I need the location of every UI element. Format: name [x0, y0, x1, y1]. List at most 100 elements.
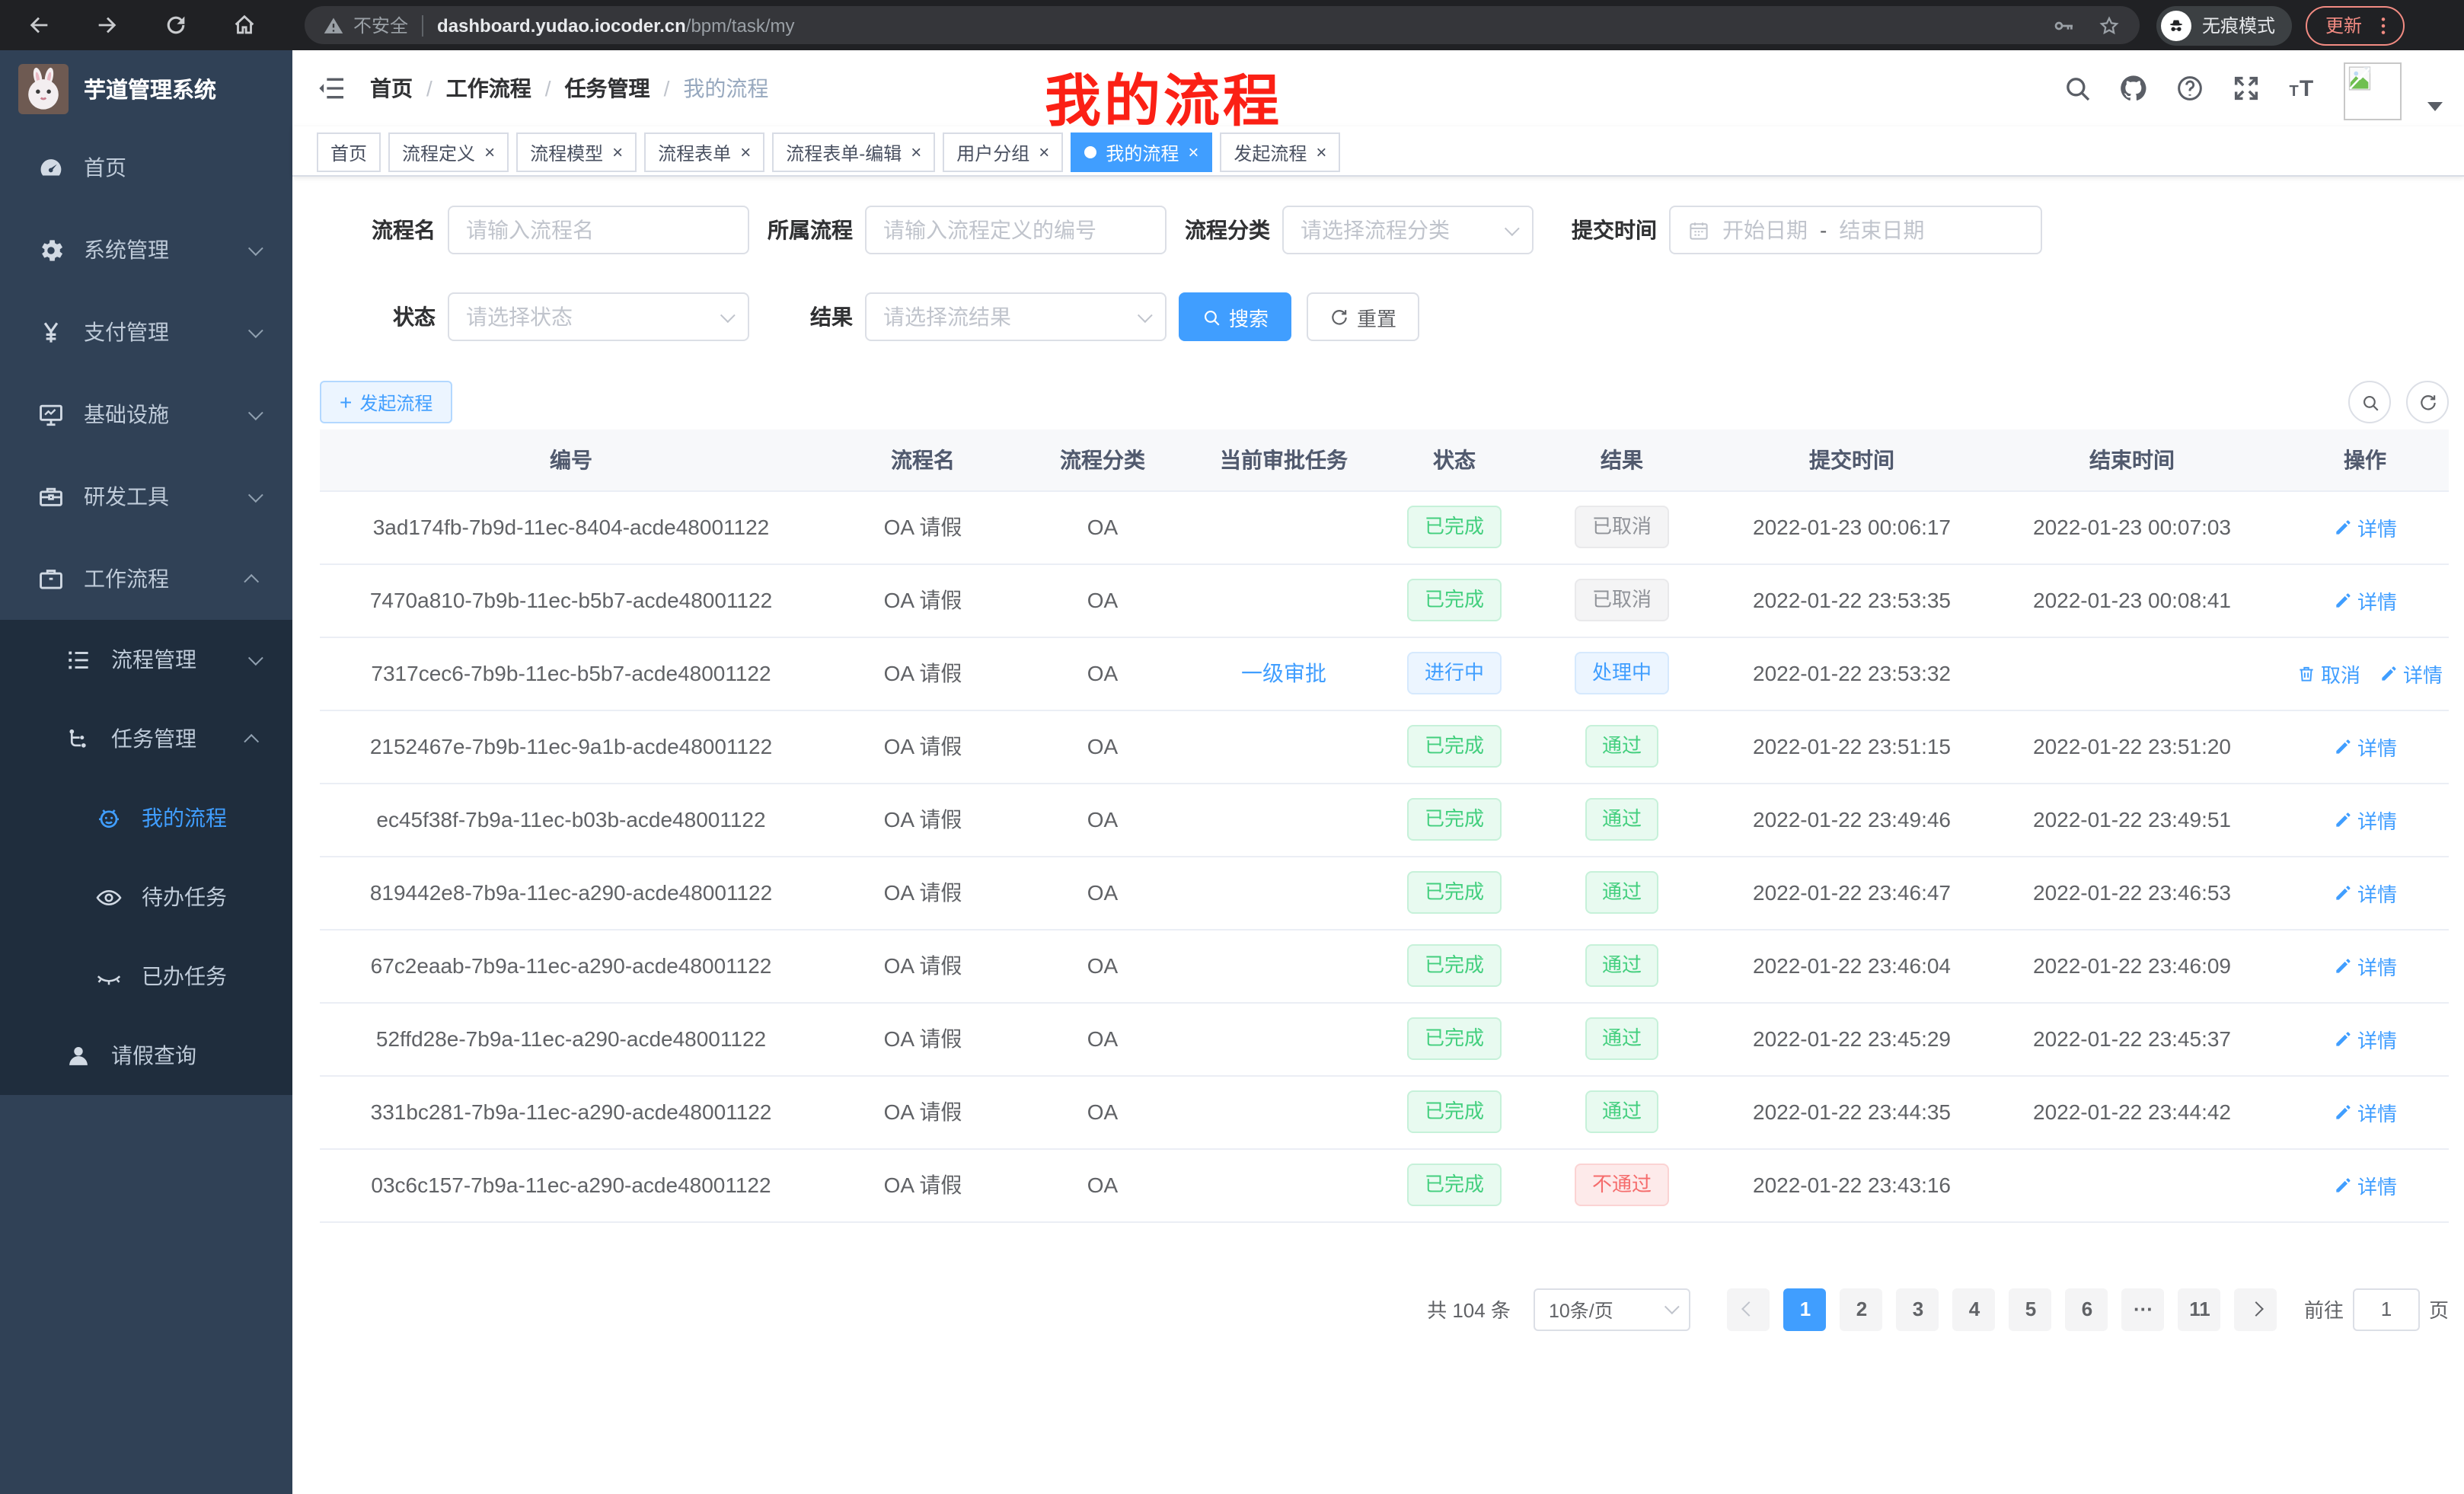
page-button[interactable]: 1	[1784, 1288, 1827, 1330]
status-badge: 已完成	[1408, 579, 1501, 621]
close-icon[interactable]: ×	[612, 143, 623, 161]
svg-text:T: T	[2300, 76, 2313, 101]
address-bar[interactable]: 不安全 dashboard.yudao.iocoder.cn/bpm/task/…	[305, 6, 2140, 44]
sidebar-item-home[interactable]: 首页	[0, 126, 292, 209]
detail-link[interactable]: 详情	[2333, 951, 2397, 980]
category-select[interactable]: 请选择流程分类	[1282, 206, 1534, 254]
search-button[interactable]: 搜索	[1179, 292, 1291, 341]
sidebar-item-workflow[interactable]: 工作流程	[0, 538, 292, 620]
page-button[interactable]: 4	[1953, 1288, 1996, 1330]
page-button[interactable]: 5	[2009, 1288, 2052, 1330]
hamburger-icon[interactable]	[317, 73, 347, 104]
avatar-caret-icon[interactable]	[2427, 102, 2443, 111]
fullscreen-icon[interactable]	[2231, 73, 2261, 104]
sidebar-item-infra[interactable]: 基础设施	[0, 373, 292, 455]
key-icon[interactable]	[2051, 13, 2076, 37]
breadcrumb-separator: /	[664, 76, 670, 101]
cell-process-name: OA 请假	[822, 710, 1023, 783]
cell-submit-time: 2022-01-22 23:49:46	[1721, 783, 1983, 856]
cell-submit-time: 2022-01-22 23:53:32	[1721, 637, 1983, 710]
detail-link[interactable]: 详情	[2379, 659, 2443, 688]
prev-page-button[interactable]	[1728, 1288, 1770, 1330]
more-pages-button[interactable]: ···	[2122, 1288, 2165, 1330]
chevron-down-icon	[248, 240, 263, 255]
fontsize-icon[interactable]: TT	[2287, 73, 2318, 104]
breadcrumb-item: 我的流程	[683, 73, 768, 104]
close-icon[interactable]: ×	[1188, 143, 1198, 161]
detail-link[interactable]: 详情	[2333, 805, 2397, 834]
process-name-input[interactable]	[448, 206, 749, 254]
sidebar-item-process-mgmt[interactable]: 流程管理	[0, 620, 292, 699]
reset-button[interactable]: 重置	[1307, 292, 1419, 341]
page-button[interactable]: 2	[1840, 1288, 1883, 1330]
bookmark-star-icon[interactable]	[2097, 13, 2121, 37]
app-logo[interactable]: 芋道管理系统	[0, 50, 292, 126]
tab-流程表单-编辑[interactable]: 流程表单-编辑×	[772, 132, 935, 172]
detail-link[interactable]: 详情	[2333, 878, 2397, 907]
update-button[interactable]: 更新	[2306, 5, 2405, 45]
tab-流程模型[interactable]: 流程模型×	[516, 132, 637, 172]
tab-用户分组[interactable]: 用户分组×	[943, 132, 1063, 172]
sidebar-item-leave-query[interactable]: 请假查询	[0, 1016, 292, 1095]
back-icon[interactable]	[15, 2, 61, 48]
table-row: 819442e8-7b9a-11ec-a290-acde48001122OA 请…	[320, 856, 2449, 929]
cell-current-task	[1182, 783, 1386, 856]
current-task-link[interactable]: 一级审批	[1241, 661, 1326, 685]
avatar[interactable]	[2344, 62, 2402, 120]
detail-link[interactable]: 详情	[2333, 586, 2397, 615]
sidebar-item-system[interactable]: 系统管理	[0, 209, 292, 291]
tab-我的流程[interactable]: 我的流程×	[1071, 132, 1212, 172]
detail-link[interactable]: 详情	[2333, 1170, 2397, 1199]
close-icon[interactable]: ×	[1039, 143, 1049, 161]
tab-首页[interactable]: 首页	[317, 132, 381, 172]
home-icon[interactable]	[221, 2, 267, 48]
close-icon[interactable]: ×	[911, 143, 921, 161]
close-icon[interactable]: ×	[484, 143, 495, 161]
cell-end-time: 2022-01-22 23:51:20	[1983, 710, 2281, 783]
sidebar-item-payment[interactable]: 支付管理	[0, 291, 292, 373]
tab-流程定义[interactable]: 流程定义×	[388, 132, 509, 172]
process-def-input[interactable]	[865, 206, 1167, 254]
page-button[interactable]: 3	[1897, 1288, 1939, 1330]
sidebar-item-done-tasks[interactable]: 已办任务	[0, 937, 292, 1016]
create-process-button[interactable]: + 发起流程	[320, 381, 452, 423]
cancel-link[interactable]: 取消	[2296, 659, 2360, 688]
tab-流程表单[interactable]: 流程表单×	[644, 132, 764, 172]
jump-page-input[interactable]	[2353, 1288, 2420, 1330]
sidebar-item-task-mgmt[interactable]: 任务管理	[0, 699, 292, 778]
search-toggle-button[interactable]	[2348, 381, 2391, 423]
sidebar-item-devtools[interactable]: 研发工具	[0, 455, 292, 538]
result-select[interactable]: 请选择流结果	[865, 292, 1167, 341]
detail-link[interactable]: 详情	[2333, 1097, 2397, 1126]
cell-category: OA	[1023, 563, 1182, 637]
column-header: 编号	[320, 429, 822, 490]
page-size-select[interactable]: 10条/页	[1534, 1288, 1690, 1330]
detail-link[interactable]: 详情	[2333, 512, 2397, 541]
breadcrumb-item[interactable]: 任务管理	[565, 73, 650, 104]
cell-current-task	[1182, 929, 1386, 1002]
next-page-button[interactable]	[2235, 1288, 2277, 1330]
tab-发起流程[interactable]: 发起流程×	[1220, 132, 1340, 172]
help-icon[interactable]	[2175, 73, 2205, 104]
reload-icon[interactable]	[152, 2, 198, 48]
sidebar-item-my-process[interactable]: 我的流程	[0, 778, 292, 857]
status-select[interactable]: 请选择状态	[448, 292, 749, 341]
close-icon[interactable]: ×	[1316, 143, 1326, 161]
date-range-picker[interactable]: 开始日期 - 结束日期	[1669, 206, 2042, 254]
detail-link[interactable]: 详情	[2333, 1024, 2397, 1053]
cell-actions: 详情	[2281, 929, 2449, 1002]
close-icon[interactable]: ×	[740, 143, 751, 161]
breadcrumb-item[interactable]: 工作流程	[446, 73, 531, 104]
page-button[interactable]: 6	[2066, 1288, 2108, 1330]
forward-icon[interactable]	[84, 2, 129, 48]
search-icon[interactable]	[2062, 73, 2092, 104]
github-icon[interactable]	[2118, 73, 2149, 104]
refresh-table-button[interactable]	[2406, 381, 2449, 423]
page-button[interactable]: 11	[2178, 1288, 2221, 1330]
cell-actions: 取消详情	[2281, 637, 2449, 710]
page-size-value: 10条/页	[1549, 1294, 1613, 1323]
sidebar-item-todo-tasks[interactable]: 待办任务	[0, 857, 292, 937]
detail-link[interactable]: 详情	[2333, 732, 2397, 761]
browser-menu-dots-icon[interactable]	[2371, 13, 2395, 37]
breadcrumb-item[interactable]: 首页	[370, 73, 413, 104]
